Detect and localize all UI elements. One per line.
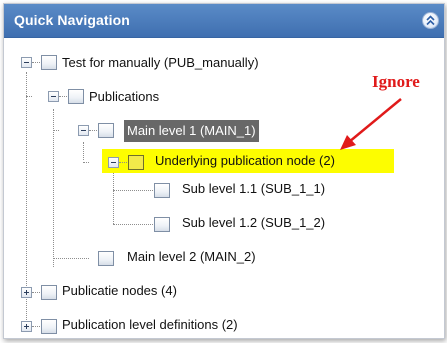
- annotation-arrow-icon: [340, 98, 402, 150]
- quick-navigation-panel: Quick Navigation Test for manually (PUB_…: [3, 3, 445, 339]
- screenshot-stage: Quick Navigation Test for manually (PUB_…: [0, 0, 447, 343]
